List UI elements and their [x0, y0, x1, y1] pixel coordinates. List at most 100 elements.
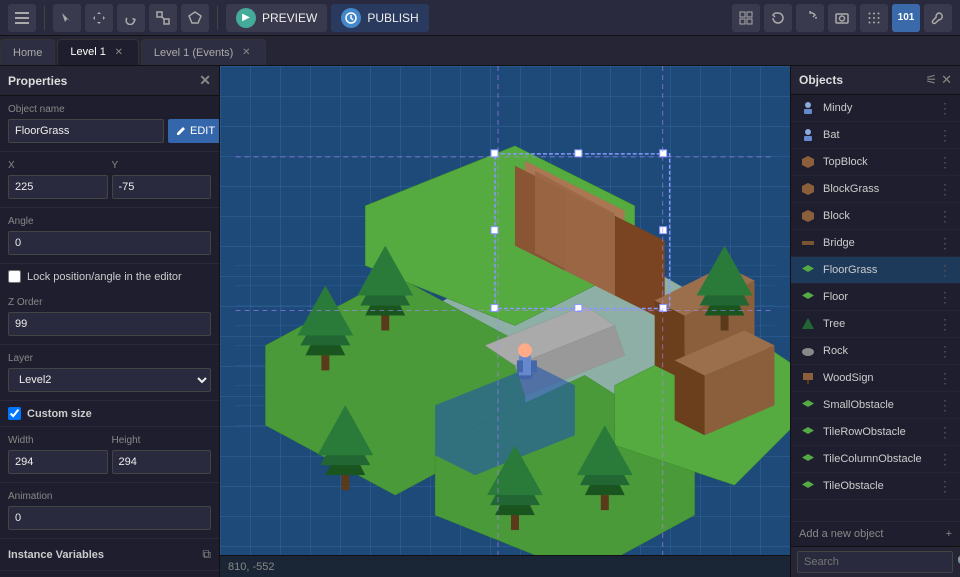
dots-grid-icon[interactable] — [860, 4, 888, 32]
list-item[interactable]: TileRowObstacle⋮ — [791, 419, 960, 446]
object-menu-icon[interactable]: ⋮ — [938, 343, 952, 360]
lock-label: Lock position/angle in the editor — [27, 271, 182, 283]
x-input[interactable] — [8, 175, 108, 199]
object-item-name: Bridge — [823, 237, 932, 249]
object-menu-icon[interactable]: ⋮ — [938, 451, 952, 468]
object-menu-icon[interactable]: ⋮ — [938, 235, 952, 252]
animation-label: Animation — [8, 491, 211, 502]
wh-group: Width Height — [8, 435, 211, 474]
list-item[interactable]: FloorGrass⋮ — [791, 257, 960, 284]
screenshot-icon[interactable] — [828, 4, 856, 32]
lock-checkbox[interactable] — [8, 270, 21, 283]
animation-input[interactable] — [8, 506, 211, 530]
properties-close[interactable]: ✕ — [199, 72, 211, 89]
grid-icon[interactable] — [732, 4, 760, 32]
canvas-area[interactable]: 810, -552 — [220, 66, 790, 577]
object-type-icon — [799, 477, 817, 495]
angle-input[interactable] — [8, 231, 211, 255]
objects-panel: Objects ⚟ ✕ Mindy⋮Bat⋮TopBlock⋮BlockGras… — [790, 66, 960, 577]
object-menu-icon[interactable]: ⋮ — [938, 100, 952, 117]
layer-select[interactable]: Level2 Level1 Level0 — [8, 368, 211, 392]
object-menu-icon[interactable]: ⋮ — [938, 370, 952, 387]
list-item[interactable]: SmallObstacle⋮ — [791, 392, 960, 419]
tab-level1-close[interactable]: ✕ — [112, 45, 126, 59]
object-item-name: TileColumnObstacle — [823, 453, 932, 465]
x-label: X — [8, 160, 108, 171]
tab-level1-events-close[interactable]: ✕ — [239, 46, 253, 60]
object-name-input[interactable] — [8, 119, 164, 143]
list-item[interactable]: Block ⋮ — [791, 203, 960, 230]
custom-size-header: Custom size — [0, 401, 219, 427]
tab-home[interactable]: Home — [0, 39, 55, 65]
edit-points-icon[interactable] — [181, 4, 209, 32]
object-menu-icon[interactable]: ⋮ — [938, 478, 952, 495]
list-item[interactable]: BlockGrass ⋮ — [791, 176, 960, 203]
height-input[interactable] — [112, 450, 212, 474]
add-object-row[interactable]: Add a new object + — [791, 521, 960, 546]
menu-icon[interactable] — [8, 4, 36, 32]
preview-button[interactable]: ▶ PREVIEW — [226, 4, 327, 32]
object-menu-icon[interactable]: ⋮ — [938, 262, 952, 279]
z-order-input[interactable] — [8, 312, 211, 336]
object-item-name: WoodSign — [823, 372, 932, 384]
list-item[interactable]: TopBlock⋮ — [791, 149, 960, 176]
object-type-icon — [799, 396, 817, 414]
move-tool-icon[interactable] — [85, 4, 113, 32]
object-type-icon — [799, 153, 817, 171]
list-item[interactable]: Bridge ⋮ — [791, 230, 960, 257]
scale-tool-icon[interactable] — [149, 4, 177, 32]
edit-button[interactable]: EDIT — [168, 119, 220, 143]
object-item-name: Bat — [823, 129, 932, 141]
search-input[interactable] — [797, 551, 953, 573]
instance-variables-label: Instance Variables — [8, 549, 104, 561]
z-order-section: Z Order — [0, 289, 219, 345]
list-item[interactable]: Tree ⋮ — [791, 311, 960, 338]
list-item[interactable]: Bat ⋮ — [791, 122, 960, 149]
publish-icon — [341, 8, 361, 28]
tab-level1-label: Level 1 — [70, 46, 105, 58]
tab-level1-events[interactable]: Level 1 (Events) ✕ — [141, 39, 266, 65]
y-item: Y — [112, 160, 212, 199]
object-menu-icon[interactable]: ⋮ — [938, 181, 952, 198]
object-item-name: Block — [823, 210, 932, 222]
tab-level1[interactable]: Level 1 ✕ — [57, 39, 138, 65]
toolbar-sep-1 — [44, 6, 45, 30]
object-item-name: Tree — [823, 318, 932, 330]
list-item[interactable]: TileObstacle⋮ — [791, 473, 960, 500]
objects-filter-icon[interactable]: ⚟ — [925, 72, 937, 88]
redo-icon[interactable] — [796, 4, 824, 32]
object-menu-icon[interactable]: ⋮ — [938, 424, 952, 441]
object-menu-icon[interactable]: ⋮ — [938, 316, 952, 333]
object-menu-icon[interactable]: ⋮ — [938, 289, 952, 306]
object-item-name: Floor — [823, 291, 932, 303]
animation-section: Animation — [0, 483, 219, 539]
custom-size-checkbox[interactable] — [8, 407, 21, 420]
instance-variables-external-icon[interactable]: ⧉ — [202, 547, 211, 562]
list-item[interactable]: WoodSign ⋮ — [791, 365, 960, 392]
object-type-icon — [799, 342, 817, 360]
y-input[interactable] — [112, 175, 212, 199]
list-item[interactable]: Mindy⋮ — [791, 95, 960, 122]
list-item[interactable]: Rock⋮ — [791, 338, 960, 365]
wrench-icon[interactable] — [924, 4, 952, 32]
object-menu-icon[interactable]: ⋮ — [938, 127, 952, 144]
publish-button[interactable]: PUBLISH — [331, 4, 428, 32]
layer-label: Layer — [8, 353, 211, 364]
object-menu-icon[interactable]: ⋮ — [938, 208, 952, 225]
rotate-tool-icon[interactable] — [117, 4, 145, 32]
select-tool-icon[interactable] — [53, 4, 81, 32]
game-scene — [220, 66, 790, 555]
object-menu-icon[interactable]: ⋮ — [938, 154, 952, 171]
objects-close-icon[interactable]: ✕ — [941, 72, 952, 88]
list-item[interactable]: Floor ⋮ — [791, 284, 960, 311]
list-item[interactable]: TileColumnObstacle ⋮ — [791, 446, 960, 473]
object-name-label: Object name — [8, 104, 211, 115]
object-menu-icon[interactable]: ⋮ — [938, 397, 952, 414]
undo-icon[interactable] — [764, 4, 792, 32]
add-object-plus-icon[interactable]: + — [946, 528, 952, 540]
instance-variables-header: Instance Variables ⧉ — [0, 539, 219, 571]
objects-search: 🔍 — [791, 546, 960, 577]
object-item-name: BlockGrass — [823, 183, 932, 195]
object-type-icon — [799, 234, 817, 252]
width-input[interactable] — [8, 450, 108, 474]
